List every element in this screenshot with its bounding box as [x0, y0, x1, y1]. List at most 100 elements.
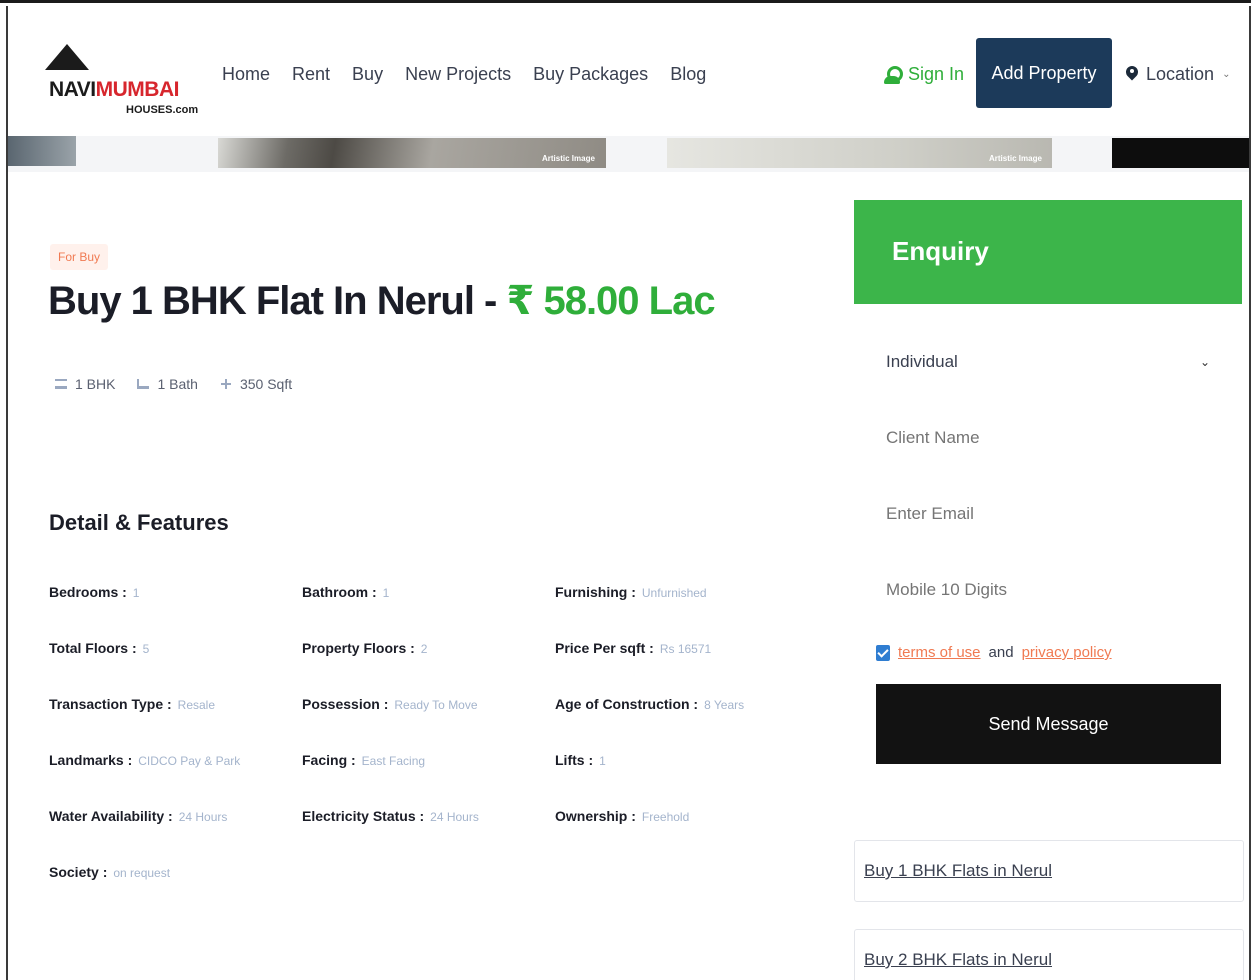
- fact-bhk: 1 BHK: [55, 376, 115, 392]
- feature-label: Price Per sqft :: [555, 640, 654, 656]
- feature-value: East Facing: [361, 754, 426, 768]
- feature-label: Society :: [49, 864, 108, 880]
- logo-text: NAVIMUMBAI: [49, 78, 179, 102]
- feature-item: Lifts : 1: [555, 752, 809, 772]
- logo-text-mumbai: MUMBAI: [95, 78, 180, 101]
- feature-label: Electricity Status :: [302, 808, 425, 824]
- feature-label: Bathroom :: [302, 584, 377, 600]
- image-gallery-strip: Artistic Image Artistic Image: [8, 136, 1249, 172]
- nav-buy-packages[interactable]: Buy Packages: [533, 64, 648, 85]
- feature-label: Bedrooms :: [49, 584, 127, 600]
- feature-value: Unfurnished: [641, 586, 707, 600]
- listing-price: ₹ 58.00 Lac: [506, 279, 716, 323]
- feature-value: Ready To Move: [394, 698, 478, 712]
- nav-home[interactable]: Home: [222, 64, 270, 85]
- area-icon: [220, 379, 232, 389]
- nav-buy[interactable]: Buy: [352, 64, 383, 85]
- mobile-input[interactable]: [874, 570, 1224, 610]
- terms-checkbox[interactable]: [876, 644, 890, 661]
- gallery-image-1[interactable]: [8, 136, 76, 166]
- feature-item: Facing : East Facing: [302, 752, 555, 772]
- site-header: NAVIMUMBAI HOUSES.com Home Rent Buy New …: [8, 8, 1249, 136]
- feature-label: Ownership :: [555, 808, 636, 824]
- nav-blog[interactable]: Blog: [670, 64, 706, 85]
- feature-item: Landmarks : CIDCO Pay & Park: [49, 752, 302, 772]
- enquiry-type-select[interactable]: Individual ⌄: [874, 342, 1224, 382]
- feature-item: Society : on request: [49, 864, 302, 884]
- feature-label: Water Availability :: [49, 808, 173, 824]
- feature-item: Furnishing : Unfurnished: [555, 584, 809, 604]
- gallery-image-3[interactable]: Artistic Image: [667, 138, 1052, 168]
- fact-area: 350 Sqft: [220, 376, 292, 392]
- bath-icon: [137, 379, 150, 389]
- terms-of-use-link[interactable]: terms of use: [898, 644, 981, 661]
- client-name-input[interactable]: [874, 418, 1224, 458]
- feature-value: Freehold: [641, 810, 690, 824]
- feature-label: Furnishing :: [555, 584, 636, 600]
- main-nav: Home Rent Buy New Projects Buy Packages …: [222, 64, 728, 85]
- gallery-image-tag: Artistic Image: [989, 154, 1042, 163]
- section-title-details: Detail & Features: [49, 510, 229, 535]
- house-roof-icon: [45, 44, 89, 70]
- feature-value: Resale: [177, 698, 216, 712]
- nav-rent[interactable]: Rent: [292, 64, 330, 85]
- feature-value: 8 Years: [704, 698, 745, 712]
- feature-item: Transaction Type : Resale: [49, 696, 302, 716]
- feature-label: Possession :: [302, 696, 389, 712]
- map-pin-icon: [1126, 66, 1138, 83]
- location-dropdown[interactable]: Location ⌄: [1126, 64, 1230, 85]
- add-property-button[interactable]: Add Property: [976, 38, 1112, 108]
- feature-value: Rs 16571: [659, 642, 712, 656]
- send-message-button[interactable]: Send Message: [876, 684, 1221, 764]
- feature-label: Total Floors :: [49, 640, 137, 656]
- feature-item: Total Floors : 5: [49, 640, 302, 660]
- feature-label: Transaction Type :: [49, 696, 172, 712]
- email-input[interactable]: [874, 494, 1224, 534]
- bed-icon: [55, 379, 67, 389]
- logo-subtext: HOUSES.com: [126, 104, 199, 116]
- listing-type-badge: For Buy: [50, 244, 109, 270]
- fact-area-label: 350 Sqft: [239, 376, 293, 392]
- feature-label: Lifts :: [555, 752, 594, 768]
- user-icon: [884, 65, 903, 84]
- gallery-image-tag: Artistic Image: [542, 154, 595, 163]
- feature-item: Bathroom : 1: [302, 584, 555, 604]
- chevron-down-icon: ⌄: [1222, 69, 1231, 80]
- feature-label: Facing :: [302, 752, 356, 768]
- feature-value: CIDCO Pay & Park: [138, 754, 241, 768]
- logo-text-navi: NAVI: [49, 78, 96, 101]
- terms-consent: terms of use and privacy policy: [876, 644, 1112, 661]
- site-logo[interactable]: NAVIMUMBAI HOUSES.com: [41, 42, 198, 130]
- feature-label: Landmarks :: [49, 752, 133, 768]
- feature-item: Age of Construction : 8 Years: [555, 696, 809, 716]
- feature-item: Ownership : Freehold: [555, 808, 809, 828]
- fact-bhk-label: 1 BHK: [75, 376, 116, 392]
- feature-value: 2: [420, 642, 428, 656]
- related-link-2bhk[interactable]: Buy 2 BHK Flats in Nerul: [854, 929, 1244, 980]
- terms-and-text: and: [988, 644, 1014, 661]
- feature-value: 1: [382, 586, 390, 600]
- frame-top: [0, 0, 1251, 8]
- enquiry-title: Enquiry: [854, 200, 1242, 304]
- gallery-image-4[interactable]: [1112, 138, 1249, 168]
- privacy-policy-link[interactable]: privacy policy: [1022, 644, 1112, 661]
- gallery-image-2[interactable]: Artistic Image: [218, 138, 606, 168]
- feature-value: 1: [599, 754, 606, 768]
- enquiry-type-value: Individual: [886, 352, 958, 371]
- nav-new-projects[interactable]: New Projects: [405, 64, 511, 85]
- chevron-down-icon: ⌄: [1199, 355, 1210, 369]
- feature-value: on request: [113, 866, 171, 880]
- feature-item: Bedrooms : 1: [49, 584, 302, 604]
- related-link-1bhk[interactable]: Buy 1 BHK Flats in Nerul: [854, 840, 1244, 902]
- listing-facts: 1 BHK 1 Bath 350 Sqft: [55, 376, 292, 392]
- feature-label: Age of Construction :: [555, 696, 699, 712]
- features-grid: Bedrooms : 1 Bathroom : 1 Furnishing : Unfu…: [49, 584, 809, 884]
- feature-value: 24 Hours: [430, 810, 479, 824]
- feature-value: 1: [132, 586, 140, 600]
- fact-bath-label: 1 Bath: [157, 376, 198, 392]
- fact-bath: 1 Bath: [137, 376, 198, 392]
- signin-link[interactable]: Sign In: [884, 64, 964, 85]
- feature-item: Possession : Ready To Move: [302, 696, 555, 716]
- location-label: Location: [1146, 64, 1215, 84]
- feature-value: 24 Hours: [178, 810, 228, 824]
